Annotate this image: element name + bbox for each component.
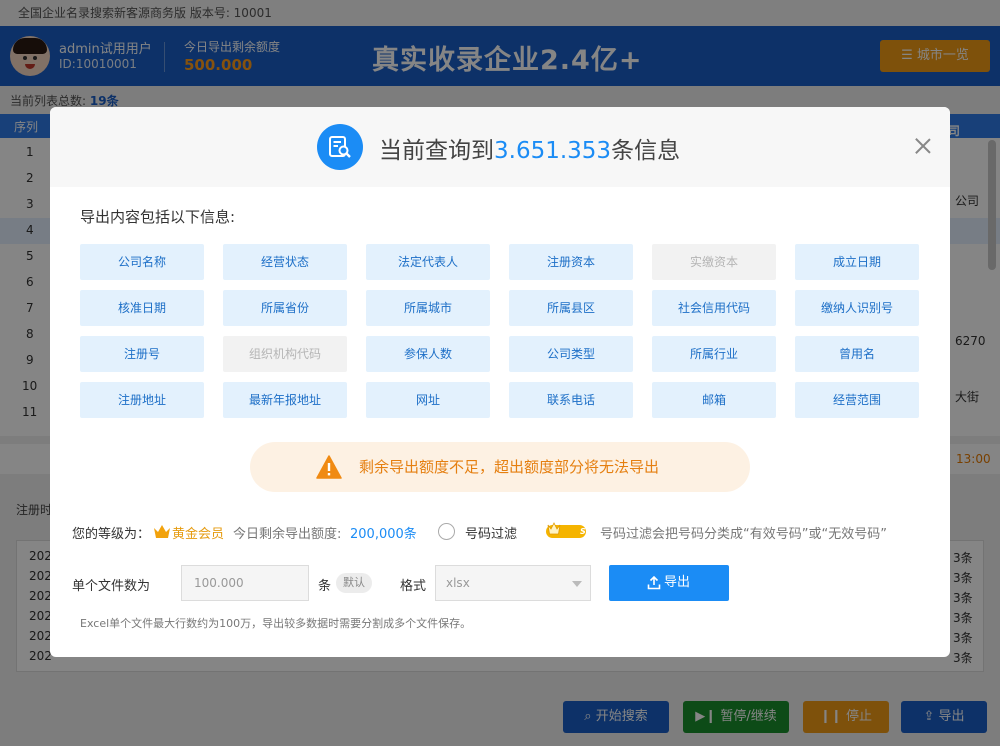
export-field-chip[interactable]: 公司名称 [80,244,204,280]
quota-warning-text: 剩余导出额度不足，超出额度部分将无法导出 [358,458,659,476]
export-dialog: 当前查询到3.651.353条信息 导出内容包括以下信息: 公司名称 经营状态 法定… [50,107,950,657]
export-field-chip[interactable]: 经营状态 [223,244,347,280]
number-filter-description: 号码过滤会把号码分类成“有效号码”或“无效号码” [600,527,887,542]
file-count-label: 单个文件数为 [72,579,151,594]
export-field-chip[interactable]: 法定代表人 [366,244,490,280]
export-field-chip[interactable]: 网址 [366,382,490,418]
export-field-chip[interactable]: 参保人数 [366,336,490,372]
export-button[interactable]: 导出 [609,565,729,601]
upload-icon [647,576,661,590]
dialog-title: 当前查询到3.651.353条信息 [379,138,681,164]
warning-icon [316,455,342,479]
export-button-label: 导出 [663,575,690,590]
export-field-chip: 实缴资本 [652,244,776,280]
remaining-quota-value: 200,000条 [350,527,417,542]
export-field-chip[interactable]: 最新年报地址 [223,382,347,418]
export-field-chip: 组织机构代码 [223,336,347,372]
export-field-chip[interactable]: 核准日期 [80,290,204,326]
crown-icon [154,525,170,538]
format-value: xlsx [446,576,470,590]
format-label: 格式 [400,579,427,594]
svip-badge: SVIP [546,522,601,538]
export-field-chip[interactable]: 联系电话 [509,382,633,418]
export-field-chip[interactable]: 经营范围 [795,382,919,418]
quota-warning: 剩余导出额度不足，超出额度部分将无法导出 [250,442,750,492]
export-field-chip[interactable]: 社会信用代码 [652,290,776,326]
export-field-chip[interactable]: 注册号 [80,336,204,372]
export-field-chip[interactable]: 公司类型 [509,336,633,372]
export-field-chip[interactable]: 注册资本 [509,244,633,280]
crown-icon [547,522,561,535]
export-field-grid: 公司名称 经营状态 法定代表人 注册资本 实缴资本 成立日期核准日期 所属省份 所属城市 所属县… [80,244,920,418]
close-icon[interactable] [912,135,934,157]
excel-note: Excel单个文件最大行数约为100万，导出较多数据时需要分割成多个文件保存。 [80,617,472,630]
export-field-chip[interactable]: 所属省份 [223,290,347,326]
chevron-down-icon [572,581,582,587]
file-count-input[interactable]: 100.000 [181,565,309,601]
file-settings-row: 单个文件数为 100.000 条 默认 格式 xlsx 导出 [72,565,932,601]
export-field-chip[interactable]: 注册地址 [80,382,204,418]
export-field-chip[interactable]: 所属城市 [366,290,490,326]
remaining-quota-label: 今日剩余导出额度: [233,527,342,542]
export-field-chip[interactable]: 所属县区 [509,290,633,326]
section-title: 导出内容包括以下信息: [80,208,236,226]
file-count-unit: 条 [318,579,332,594]
document-search-icon [317,124,363,170]
level-value: 黄金会员 [172,527,225,542]
format-select[interactable]: xlsx [435,565,591,601]
number-filter-radio[interactable] [438,523,455,540]
result-count: 3.651.353 [494,138,612,164]
export-field-chip[interactable]: 缴纳人识别号 [795,290,919,326]
level-label: 您的等级为： [72,527,151,542]
export-field-chip[interactable]: 成立日期 [795,244,919,280]
export-field-chip[interactable]: 邮箱 [652,382,776,418]
export-field-chip[interactable]: 曾用名 [795,336,919,372]
export-field-chip[interactable]: 所属行业 [652,336,776,372]
default-tag[interactable]: 默认 [336,573,372,593]
number-filter-label[interactable]: 号码过滤 [465,523,517,542]
dialog-header: 当前查询到3.651.353条信息 [50,107,950,187]
membership-row: 您的等级为： 黄金会员 今日剩余导出额度: 200,000条 号码过滤 SVIP… [72,522,932,543]
